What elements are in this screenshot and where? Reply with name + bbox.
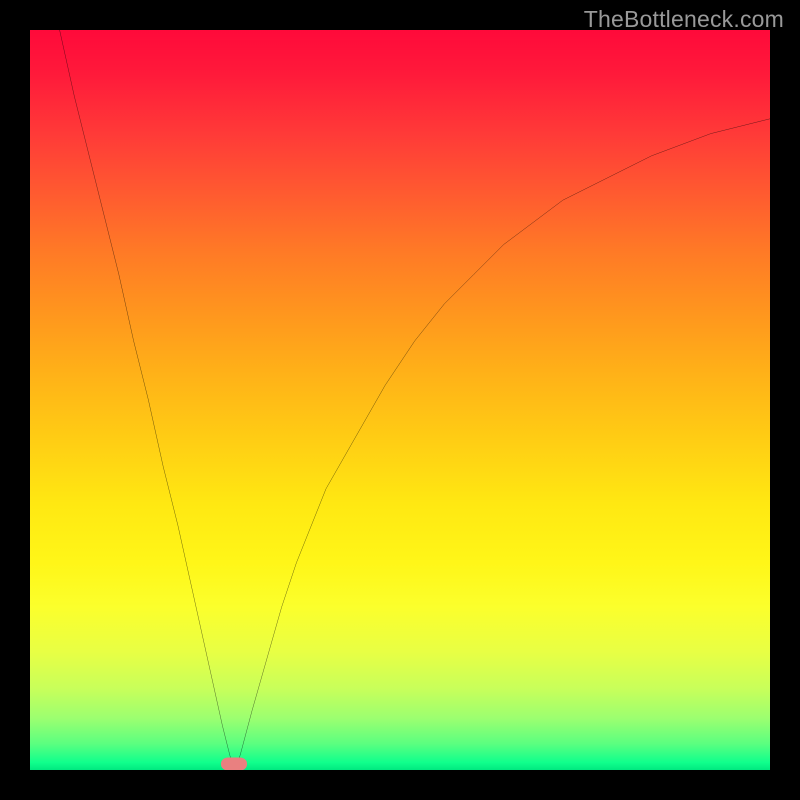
- watermark-label: TheBottleneck.com: [584, 6, 784, 33]
- chart-frame: TheBottleneck.com: [0, 0, 800, 800]
- bottleneck-curve: [30, 30, 770, 770]
- plot-area: [30, 30, 770, 770]
- optimal-point-marker: [221, 758, 247, 770]
